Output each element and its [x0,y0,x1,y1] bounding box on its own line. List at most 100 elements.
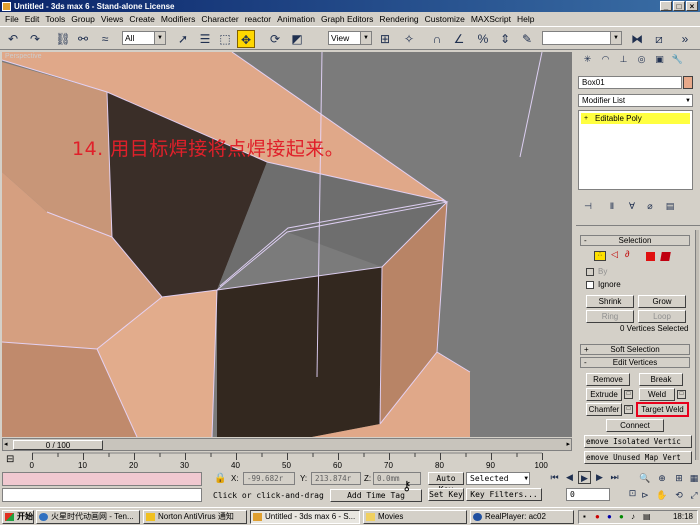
slider-right-arrow-icon[interactable]: ▸ [566,440,570,448]
unlink-icon[interactable]: ⚯ [74,30,92,48]
y-coordinate-field[interactable]: 213.874r [311,472,361,485]
extrude-settings-icon[interactable]: □ [624,390,633,399]
maximize-button[interactable]: □ [673,1,685,11]
taskbar-item-realplayer[interactable]: RealPlayer: ac02 [470,510,574,524]
go-to-end-icon[interactable]: ⏭ [608,471,621,484]
track-bar-icon[interactable]: ⊟ [6,454,14,465]
select-scale-icon[interactable]: ◩ [288,30,306,48]
break-button[interactable]: Break [639,373,683,386]
grow-button[interactable]: Grow [638,295,686,308]
current-frame-field[interactable]: 0 [566,488,610,501]
by-checkbox[interactable] [586,268,594,276]
set-key-mode-icon[interactable]: ⚷ [402,478,412,494]
remove-button[interactable]: Remove [586,373,630,386]
make-unique-icon[interactable]: ∀ [626,200,638,212]
menu-modifiers[interactable]: Modifiers [158,14,198,24]
chamfer-settings-icon[interactable]: □ [624,405,633,414]
maxscript-input[interactable] [2,488,202,502]
remove-isolated-vertices-button[interactable]: emove Isolated Vertic [584,435,692,448]
zoom-all-icon[interactable]: ⊕ [655,471,669,485]
select-link-icon[interactable]: ⛓ [54,30,72,48]
soft-selection-rollout-header[interactable]: + Soft Selection [580,344,690,355]
mirror-icon[interactable]: ⧓ [628,30,646,48]
reference-coordinate-dropdown[interactable]: View ▼ [328,31,372,45]
border-mode-icon[interactable]: ∂ [625,249,629,259]
tray-icon-input[interactable]: ▤ [643,512,651,521]
utilities-tab-icon[interactable]: 🔧 [670,52,685,67]
rectangular-selection-icon[interactable]: ⬚ [216,30,234,48]
close-button[interactable]: × [686,1,698,11]
ignore-backfacing-checkbox[interactable] [586,281,594,289]
menu-edit[interactable]: Edit [22,14,43,24]
tray-icon-network[interactable]: ▪ [583,512,586,521]
select-object-icon[interactable]: ➚ [174,30,192,48]
play-icon[interactable]: ▶ [578,471,591,484]
taskbar-item-norton[interactable]: Norton AntiVirus 通知 [143,510,247,524]
menu-reactor[interactable]: reactor [242,14,274,24]
zoom-icon[interactable]: 🔍 [638,471,652,485]
menu-group[interactable]: Group [68,14,98,24]
perspective-viewport[interactable]: Perspective 14. 用目标焊接将点焊接起来。 [2,52,572,437]
tray-icon-antivirus[interactable]: ● [595,512,600,521]
create-tab-icon[interactable]: ✳ [580,52,595,67]
spinner-snap-icon[interactable]: ⇕ [496,30,514,48]
pan-icon[interactable]: ✋ [655,488,669,502]
expand-plus-icon[interactable]: + [584,113,588,124]
taskbar-item-browser[interactable]: 火星时代动画网 - Ten... [36,510,140,524]
menu-views[interactable]: Views [98,14,127,24]
zoom-extents-icon[interactable]: ⊞ [672,471,686,485]
set-key-button[interactable]: Set Key [428,488,464,501]
loop-button[interactable]: Loop [638,310,686,323]
polygon-mode-icon[interactable] [646,252,655,261]
manipulate-icon[interactable]: ✧ [400,30,418,48]
menu-create[interactable]: Create [126,14,158,24]
taskbar-item-3dsmax[interactable]: Untitled - 3ds max 6 - S... [250,510,360,524]
motion-tab-icon[interactable]: ◎ [634,52,649,67]
next-frame-icon[interactable]: ▶ [593,471,606,484]
object-name-field[interactable]: Box01 [578,76,682,89]
menu-maxscript[interactable]: MAXScript [468,14,514,24]
select-rotate-icon[interactable]: ⟳ [266,30,284,48]
edit-named-selection-icon[interactable]: ✎ [518,30,536,48]
menu-graph-editors[interactable]: Graph Editors [318,14,376,24]
field-of-view-icon[interactable]: ⊳ [638,488,652,502]
target-weld-button[interactable]: Target Weld [636,402,689,417]
maxscript-listener-mini[interactable] [2,472,202,486]
remove-modifier-icon[interactable]: ⌀ [644,200,656,212]
time-slider-thumb[interactable]: 0 / 100 [13,440,103,450]
menu-character[interactable]: Character [198,14,241,24]
snap-toggle-icon[interactable]: ∩ [428,30,446,48]
edge-mode-icon[interactable]: ◁ [611,249,618,260]
track-bar[interactable]: ⊟ 0 10 20 30 40 50 60 70 80 90 100 [2,452,572,470]
redo-icon[interactable]: ↷ [26,30,44,48]
selection-filter-dropdown[interactable]: All ▼ [122,31,166,45]
panel-scrollbar[interactable] [695,230,699,460]
menu-tools[interactable]: Tools [42,14,68,24]
modifier-list-dropdown[interactable]: Modifier List ▼ [578,94,693,107]
named-selection-sets-dropdown[interactable]: ▼ [542,31,622,45]
lock-selection-icon[interactable]: 🔒 [214,473,226,484]
z-coordinate-field[interactable]: 0.0mm [373,472,421,485]
minimize-button[interactable]: _ [660,1,672,11]
selection-rollout-header[interactable]: - Selection [580,235,690,246]
select-move-icon[interactable]: ✥ [237,30,255,48]
arc-rotate-icon[interactable]: ⟲ [672,488,686,502]
x-coordinate-field[interactable]: -99.682r [243,472,295,485]
show-end-result-icon[interactable]: Ⅱ [606,200,618,212]
menu-file[interactable]: File [2,14,22,24]
menu-customize[interactable]: Customize [422,14,468,24]
object-color-swatch[interactable] [683,76,693,89]
select-by-name-icon[interactable]: ☰ [196,30,214,48]
weld-settings-icon[interactable]: □ [677,390,686,399]
align-icon[interactable]: ⧄ [650,30,668,48]
modify-tab-icon[interactable]: ◠ [598,52,613,67]
slider-left-arrow-icon[interactable]: ◂ [4,440,8,448]
start-button[interactable]: 开始 [2,510,34,524]
remove-unused-map-verts-button[interactable]: emove Unused Map Vert [584,451,692,464]
percent-snap-icon[interactable]: % [474,30,492,48]
toolbar-more-icon[interactable]: » [676,30,694,48]
viewport-label[interactable]: Perspective [5,53,42,60]
tray-icon-app[interactable]: ● [619,512,624,521]
key-mode-dropdown[interactable]: Selected ▼ [466,472,530,485]
undo-icon[interactable]: ↶ [4,30,22,48]
